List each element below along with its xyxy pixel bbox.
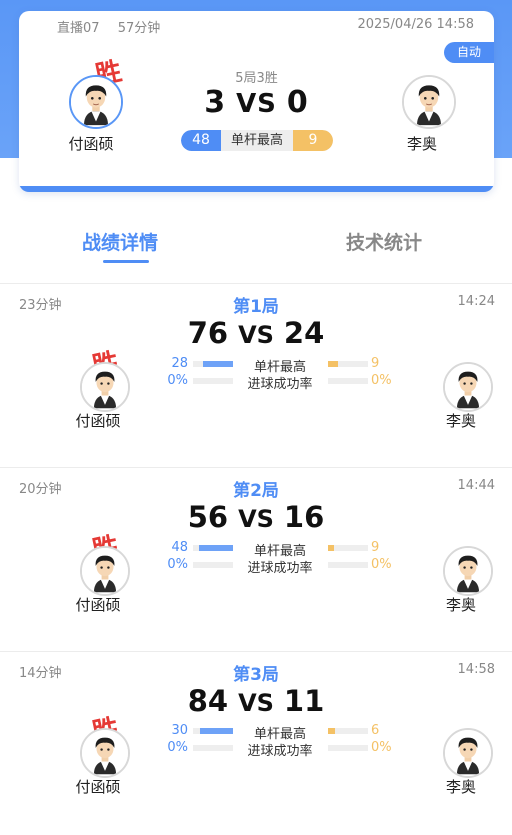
match-duration: 57分钟 [117,21,161,36]
player-right-name: 李奥 [445,596,476,614]
stat-right-value: 6 [371,723,380,738]
match-score: 3 VS 0 [19,85,494,120]
stat-right-bar-track [328,728,368,734]
stat-left-bar-track [193,361,233,367]
game-time: 14:44 [457,478,495,493]
stat-label: 进球成功率 [247,561,313,576]
stat-right-value: 9 [371,356,380,371]
game-time: 14:58 [457,662,495,677]
stat-left-value: 0% [167,373,188,388]
stat-left-bar [199,545,233,551]
game-score-left: 56 [187,500,229,534]
game-title: 第1局 [233,297,279,317]
stat-right-value: 9 [371,540,380,555]
player-right-name: 李奥 [445,412,476,430]
tab-record-details[interactable]: 战绩详情 [82,228,158,255]
stat-right-bar-track [328,745,368,751]
stat-label: 进球成功率 [247,377,313,392]
stat-right-bar [328,545,335,551]
game-time: 14:24 [457,294,495,309]
stat-row-pot-rate: 0% 进球成功率 0% [0,740,512,759]
stat-right-bar-track [328,562,368,568]
stat-left-bar [199,728,233,734]
player-right-name: 李奥 [406,135,437,153]
game-score-left: 84 [187,684,229,718]
vs-label: VS [238,505,274,533]
player-left-name: 付函硕 [75,778,121,796]
stat-label: 进球成功率 [247,744,313,759]
match-datetime: 2025/04/26 14:58 [357,17,474,32]
stat-right-bar [328,728,335,734]
score-left: 3 [204,85,227,120]
highest-break-label: 单杆最高 [230,133,283,148]
game-score-left: 76 [187,316,229,350]
stat-left-bar-track [193,545,233,551]
card-accent-strip [19,186,494,192]
game-card[interactable]: 20分钟 第2局 14:44 56VS16 胜 付函硕 李奥 48 [0,468,512,651]
highest-break-right: 9 [293,130,333,151]
score-right: 0 [286,85,309,120]
player-right-name: 李奥 [445,778,476,796]
player-left-name: 付函硕 [68,135,114,153]
stat-right-bar-track [328,378,368,384]
game-score: 84 VS 11 [0,684,512,718]
match-summary-card: 直播07 57分钟 2025/04/26 14:58 自动 胜 付函硕 李奥 5… [19,11,494,192]
stat-left-bar [202,361,233,367]
stat-row-highest-break: 48 单杆最高 9 [0,540,512,559]
match-meta: 直播07 57分钟 [57,17,174,36]
game-title: 第2局 [233,481,279,501]
stat-right-bar-track [328,361,368,367]
game-score-right: 11 [283,684,325,718]
vs-label: VS [238,689,274,717]
stat-right-value: 0% [371,373,392,388]
stat-row-pot-rate: 0% 进球成功率 0% [0,557,512,576]
highest-break-left: 48 [181,130,221,151]
stat-left-value: 28 [171,356,188,371]
vs-label: VS [238,321,274,349]
stat-left-bar-track [193,728,233,734]
stat-right-value: 0% [371,557,392,572]
stat-left-value: 0% [167,557,188,572]
stat-left-bar-track [193,378,233,384]
stat-right-bar [328,361,338,367]
game-score-right: 16 [283,500,325,534]
stat-left-value: 30 [171,723,188,738]
game-card[interactable]: 14分钟 第3局 14:58 84VS11 胜 付函硕 李奥 30 [0,652,512,835]
player-left-name: 付函硕 [75,412,121,430]
stat-left-bar-track [193,562,233,568]
game-card[interactable]: 23分钟 第1局 14:24 76VS24 胜 付函硕 李奥 28 [0,284,512,467]
highest-break-pill: 48 单杆最高 9 [181,130,333,151]
stat-left-value: 48 [171,540,188,555]
game-score-right: 24 [283,316,325,350]
stat-row-highest-break: 30 单杆最高 6 [0,723,512,742]
stat-left-value: 0% [167,740,188,755]
room-label: 直播07 [57,21,100,36]
tab-active-indicator [103,260,149,263]
game-score: 76 VS 24 [0,316,512,350]
stat-right-bar-track [328,545,368,551]
auto-mode-badge[interactable]: 自动 [444,42,494,63]
game-score: 56 VS 16 [0,500,512,534]
game-title: 第3局 [233,665,279,685]
match-rule: 5局3胜 [235,71,278,86]
stat-row-highest-break: 28 单杆最高 9 [0,356,512,375]
stat-right-value: 0% [371,740,392,755]
player-left-name: 付函硕 [75,596,121,614]
tab-tech-stats[interactable]: 技术统计 [346,228,422,255]
tab-bar: 战绩详情 技术统计 [0,228,512,264]
stat-row-pot-rate: 0% 进球成功率 0% [0,373,512,392]
vs-label: VS [236,89,277,119]
stat-left-bar-track [193,745,233,751]
